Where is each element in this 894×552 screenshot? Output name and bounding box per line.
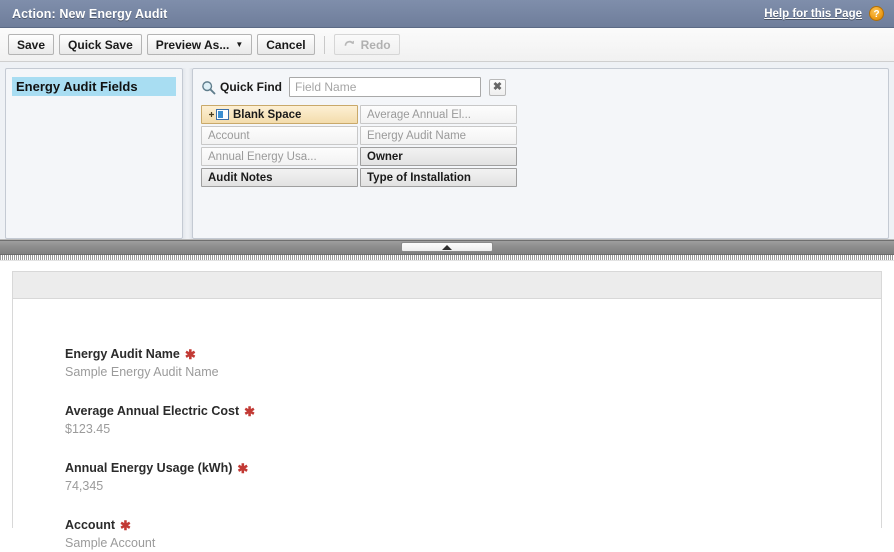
clear-search-icon[interactable]: ✖ [489, 78, 507, 96]
collapse-palette-button[interactable] [401, 242, 493, 252]
redo-button: Redo [333, 34, 400, 55]
chevron-down-icon: ▼ [235, 39, 244, 49]
horizontal-splitter[interactable] [0, 240, 894, 255]
question-mark-icon[interactable]: ? [869, 6, 884, 21]
page-title: Action: New Energy Audit [12, 6, 168, 21]
cancel-button-label: Cancel [266, 37, 306, 52]
field-tile-blank-space[interactable]: Blank Space [201, 105, 358, 124]
preview-field-label-row: Account ✱ [65, 518, 881, 534]
sidebar-item-energy-audit-fields[interactable]: Energy Audit Fields [12, 77, 176, 96]
up-triangle-icon [442, 244, 452, 250]
field-palette-panel: Quick Find ✖ Blank Space Average Ann [192, 68, 889, 239]
required-asterisk-icon: ✱ [184, 347, 196, 362]
blank-space-glyph-icon [216, 109, 229, 120]
redo-button-label: Redo [360, 37, 391, 52]
field-tile-label: Account [208, 129, 250, 142]
preview-field-account[interactable]: Account ✱ Sample Account [65, 518, 881, 550]
quick-find-label: Quick Find [220, 80, 283, 94]
required-asterisk-icon: ✱ [120, 518, 131, 533]
preview-field-label-row: Annual Energy Usage (kWh) ✱ [65, 461, 881, 477]
preview-field-label: Energy Audit Name [65, 347, 180, 361]
field-tile-energy-audit-name[interactable]: Energy Audit Name [360, 126, 517, 145]
preview-as-button-label: Preview As... [155, 37, 230, 52]
field-tile-label: Energy Audit Name [367, 129, 467, 142]
preview-field-label: Account [65, 518, 115, 532]
toolbar-divider [323, 35, 325, 54]
editor-toolbar: Save Quick Save Preview As... ▼ Cancel R… [0, 28, 894, 62]
field-tile-label: Owner [367, 150, 403, 163]
field-tile-label: Average Annual El... [367, 108, 471, 121]
preview-card: Energy Audit Name ✱ Sample Energy Audit N… [12, 271, 882, 550]
required-asterisk-icon: ✱ [237, 461, 249, 476]
preview-field-label: Average Annual Electric Cost [65, 404, 240, 418]
preview-field-list: Energy Audit Name ✱ Sample Energy Audit N… [13, 299, 881, 550]
required-asterisk-icon: ✱ [244, 404, 256, 419]
sidebar-item-label: Energy Audit Fields [16, 79, 138, 94]
preview-field-value: $123.45 [65, 422, 111, 436]
vertical-splitter[interactable] [183, 68, 192, 239]
drag-plus-icon [209, 112, 214, 117]
field-tile-label: Audit Notes [208, 171, 273, 184]
quick-find-row: Quick Find ✖ [201, 76, 880, 98]
preview-field-value: 74,345 [65, 479, 104, 493]
preview-field-average-annual-electric-cost[interactable]: Average Annual Electric Cost ✱ $123.45 [65, 404, 881, 436]
preview-field-label-row: Energy Audit Name ✱ [65, 347, 881, 363]
preview-field-label-row: Average Annual Electric Cost ✱ [65, 404, 881, 420]
field-tile-audit-notes[interactable]: Audit Notes [201, 168, 358, 187]
preview-field-value: Sample Account [65, 536, 156, 550]
save-button-label: Save [17, 37, 46, 52]
field-category-sidebar: Energy Audit Fields [5, 68, 183, 239]
page-title-bar: Action: New Energy Audit Help for this P… [0, 0, 894, 28]
preview-field-label: Annual Energy Usage (kWh) [65, 461, 233, 475]
preview-field-energy-audit-name[interactable]: Energy Audit Name ✱ Sample Energy Audit N… [65, 347, 881, 379]
layout-builder: Energy Audit Fields Quick Find ✖ [0, 62, 894, 240]
field-tile-average-annual-electric-cost[interactable]: Average Annual El... [360, 105, 517, 124]
preview-as-button[interactable]: Preview As... ▼ [146, 34, 253, 55]
redo-arrow-icon [344, 40, 354, 46]
field-tile-label: Blank Space [233, 108, 302, 121]
preview-field-value: Sample Energy Audit Name [65, 365, 219, 379]
field-tile-account[interactable]: Account [201, 126, 358, 145]
field-tile-type-of-installation[interactable]: Type of Installation [360, 168, 517, 187]
quick-find-input[interactable] [289, 77, 482, 97]
field-tile-grid: Blank Space Average Annual El... Account… [201, 105, 517, 187]
quick-save-button-label: Quick Save [68, 37, 133, 52]
search-icon [202, 80, 216, 94]
preview-card-header [13, 272, 881, 299]
layout-preview-area: Energy Audit Name ✱ Sample Energy Audit N… [0, 261, 894, 550]
field-tile-label: Annual Energy Usa... [208, 150, 317, 163]
blank-space-icon [208, 109, 229, 120]
help-for-this-page-link[interactable]: Help for this Page [764, 8, 862, 20]
field-tile-annual-energy-usage[interactable]: Annual Energy Usa... [201, 147, 358, 166]
save-button[interactable]: Save [8, 34, 55, 55]
cancel-button[interactable]: Cancel [257, 34, 315, 55]
quick-save-button[interactable]: Quick Save [59, 34, 142, 55]
preview-field-annual-energy-usage[interactable]: Annual Energy Usage (kWh) ✱ 74,345 [65, 461, 881, 493]
field-tile-owner[interactable]: Owner [360, 147, 517, 166]
field-tile-label: Type of Installation [367, 171, 471, 184]
